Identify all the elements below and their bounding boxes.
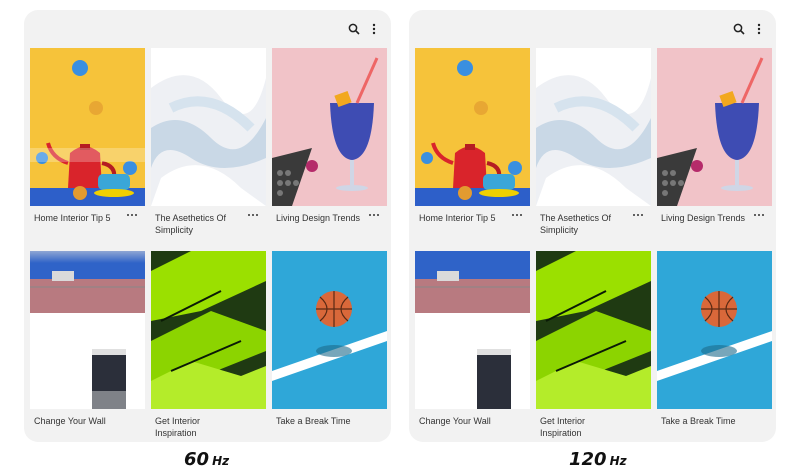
refresh-rate-value: 60 <box>184 449 210 470</box>
more-vertical-icon[interactable] <box>750 20 768 38</box>
gallery-panel-120hz: Home Interior Tip 5 The Asethetics Of Si… <box>409 10 776 442</box>
search-icon[interactable] <box>345 20 363 38</box>
more-horizontal-icon[interactable] <box>752 210 766 220</box>
refresh-rate-label-60: 60 Hz <box>184 449 229 470</box>
card-title: Get Interior Inspiration <box>155 416 201 438</box>
refresh-rate-label-120: 120 Hz <box>569 449 627 470</box>
refresh-rate-value: 120 <box>569 449 607 470</box>
card-title: Home Interior Tip 5 <box>419 213 496 223</box>
thumbnail-cocktail <box>272 48 387 206</box>
more-horizontal-icon[interactable] <box>246 210 260 220</box>
card-title: Get Interior Inspiration <box>540 416 586 438</box>
more-vertical-icon[interactable] <box>365 20 383 38</box>
card-title: Living Design Trends <box>661 213 746 223</box>
gallery-panel-60hz: Home Interior Tip 5 The Asethetics Of Si… <box>24 10 391 442</box>
thumbnail-white-fabric <box>536 48 651 206</box>
thumbnail-building <box>30 251 145 409</box>
thumbnail-cocktail <box>657 48 772 206</box>
refresh-rate-unit: Hz <box>609 454 627 468</box>
card-title: Home Interior Tip 5 <box>34 213 111 223</box>
thumbnail-teapot <box>30 48 145 206</box>
card-title: The Asethetics Of Simplicity <box>155 213 227 235</box>
refresh-rate-unit: Hz <box>212 454 230 468</box>
card-title: Take a Break Time <box>276 416 351 426</box>
thumbnail-basketball <box>657 251 772 409</box>
card-title: Change Your Wall <box>419 416 491 426</box>
more-horizontal-icon[interactable] <box>510 210 524 220</box>
thumbnail-white-fabric <box>151 48 266 206</box>
card-title: Take a Break Time <box>661 416 736 426</box>
thumbnail-teapot <box>415 48 530 206</box>
more-horizontal-icon[interactable] <box>631 210 645 220</box>
card-title: The Asethetics Of Simplicity <box>540 213 612 235</box>
top-bar <box>24 10 391 48</box>
more-horizontal-icon[interactable] <box>367 210 381 220</box>
thumbnail-basketball <box>272 251 387 409</box>
thumbnail-building <box>415 251 530 409</box>
card-title: Change Your Wall <box>34 416 106 426</box>
card-title: Living Design Trends <box>276 213 361 223</box>
search-icon[interactable] <box>730 20 748 38</box>
thumbnail-green-stairs <box>151 251 266 409</box>
top-bar <box>409 10 776 48</box>
more-horizontal-icon[interactable] <box>125 210 139 220</box>
thumbnail-green-stairs <box>536 251 651 409</box>
